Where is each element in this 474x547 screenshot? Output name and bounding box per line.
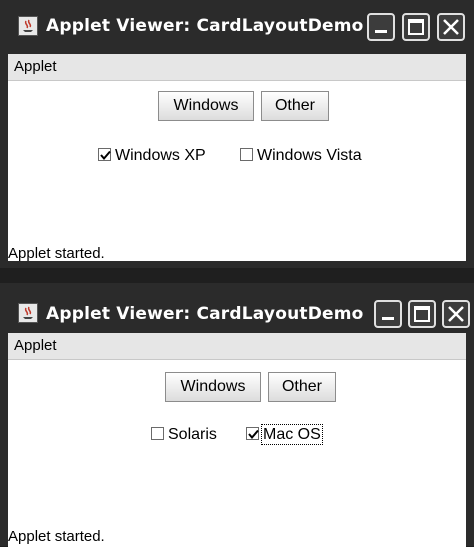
maximize-icon <box>414 306 430 322</box>
windows-button[interactable]: Windows <box>165 372 261 402</box>
applet-viewer-window-1: Applet Viewer: CardLayoutDemo Applet Win… <box>0 0 474 268</box>
applet-content: Windows Other Windows XP Windows Vista A… <box>8 80 466 262</box>
checkbox-label: Windows XP <box>115 147 206 164</box>
status-text: Applet started. <box>8 528 105 545</box>
maximize-icon <box>408 19 424 35</box>
menu-bar: Applet <box>8 54 466 80</box>
minimize-icon <box>382 317 394 320</box>
checkbox-windows-vista[interactable]: Windows Vista <box>240 147 362 165</box>
java-applet-icon <box>18 303 38 323</box>
close-button[interactable] <box>442 300 470 328</box>
window-title: Applet Viewer: CardLayoutDemo <box>46 16 364 36</box>
windows-button[interactable]: Windows <box>158 91 254 121</box>
checkbox-box[interactable] <box>240 148 253 161</box>
checkbox-label: Solaris <box>168 426 217 443</box>
maximize-button[interactable] <box>408 300 436 328</box>
other-button[interactable]: Other <box>261 91 329 121</box>
close-icon <box>443 19 459 35</box>
close-button[interactable] <box>437 13 465 41</box>
other-button[interactable]: Other <box>268 372 336 402</box>
status-text: Applet started. <box>8 245 105 262</box>
close-icon <box>448 306 464 322</box>
java-applet-icon <box>18 16 38 36</box>
checkbox-label: Windows Vista <box>257 147 362 164</box>
checkbox-solaris[interactable]: Solaris <box>151 426 217 444</box>
checkbox-box[interactable] <box>98 148 111 161</box>
menu-bar: Applet <box>8 333 466 359</box>
checkbox-mac-os[interactable]: Mac OS <box>246 424 323 445</box>
maximize-button[interactable] <box>402 13 430 41</box>
minimize-button[interactable] <box>367 13 395 41</box>
window-title: Applet Viewer: CardLayoutDemo <box>46 304 364 324</box>
applet-content: Windows Other Solaris Mac OS Applet star… <box>8 359 466 547</box>
menu-applet[interactable]: Applet <box>14 58 57 75</box>
minimize-icon <box>375 30 387 33</box>
title-bar[interactable]: Applet Viewer: CardLayoutDemo <box>10 293 470 333</box>
title-bar[interactable]: Applet Viewer: CardLayoutDemo <box>10 6 470 46</box>
menu-applet[interactable]: Applet <box>14 337 57 354</box>
minimize-button[interactable] <box>374 300 402 328</box>
checkbox-box[interactable] <box>246 427 259 440</box>
checkbox-label: Mac OS <box>261 424 323 445</box>
checkbox-windows-xp[interactable]: Windows XP <box>98 147 206 165</box>
applet-viewer-window-2: Applet Viewer: CardLayoutDemo Applet Win… <box>0 283 474 547</box>
checkmark-icon <box>100 150 111 161</box>
checkmark-icon <box>248 429 259 440</box>
checkbox-box[interactable] <box>151 427 164 440</box>
